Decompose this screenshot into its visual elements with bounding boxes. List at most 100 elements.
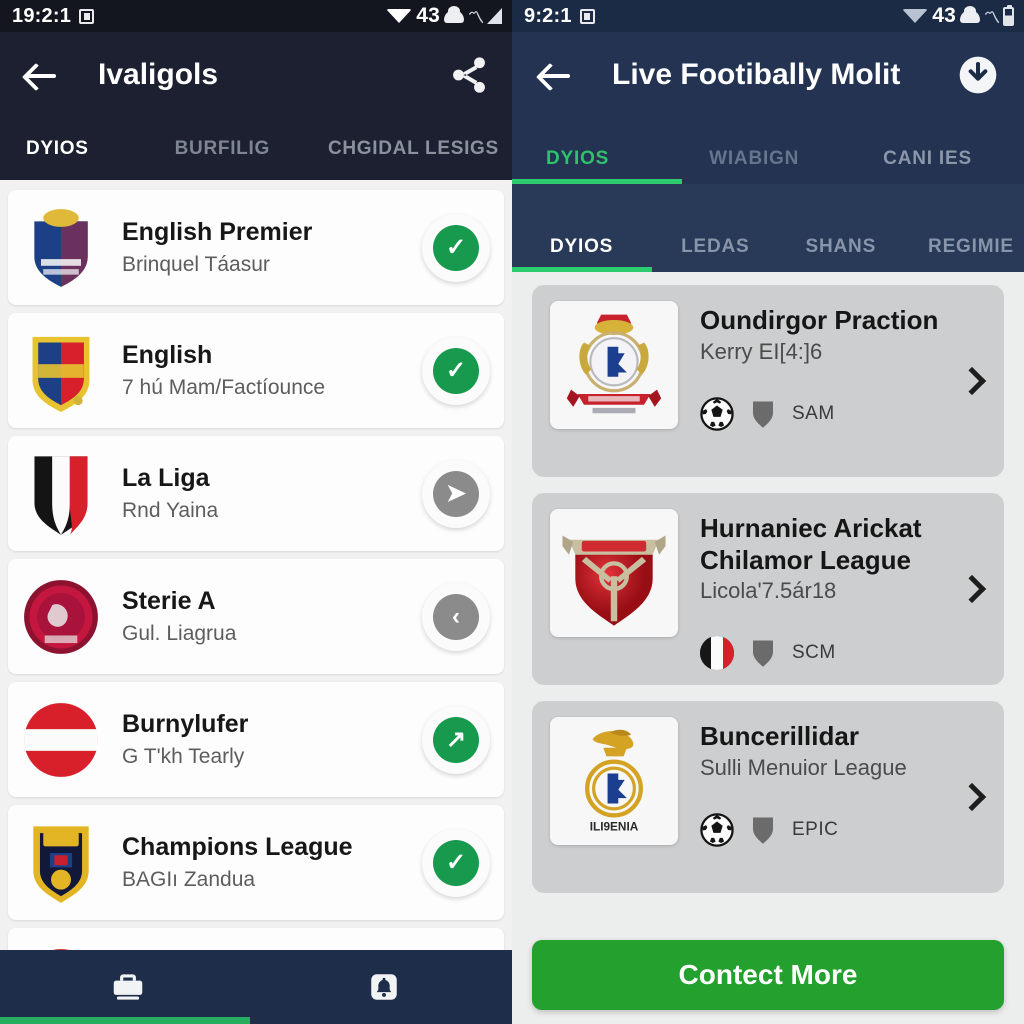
dual-screenshot-container: 19:2:1 43 〽 Ivaligols DYIOS BURFILIG CHG… [0,0,1024,1024]
back-arrow-icon[interactable] [536,55,576,95]
list-item-subtitle: G T'kh Tearly [122,744,245,768]
vibrate-icon: 〽 [467,10,484,27]
list-item-action-button[interactable]: ✓ [422,336,490,405]
list-item[interactable]: Champions League BAGIı Zandua ✓ [8,805,504,920]
check-icon: ✓ [433,347,479,394]
page-title: Live Footibally Molit [612,58,901,91]
list-item[interactable]: English 7 hú Mam/Factíounce ✓ [8,313,504,428]
home-indicator [0,1017,250,1024]
crest-icon [22,204,100,292]
screenshot-icon [79,8,95,24]
match-meta-label: EPIC [792,818,839,840]
shield-icon [753,640,773,668]
notification-bell-icon [371,974,397,1000]
tab-wiabign[interactable]: WIABIGN [709,148,799,184]
left-phone-screen: 19:2:1 43 〽 Ivaligols DYIOS BURFILIG CHG… [0,0,512,1024]
match-subtitle: Licola'7.5ár18 [700,578,837,604]
status-time: 19:2:1 [12,4,72,27]
check-icon: ✓ [433,839,479,886]
active-tab-underline-secondary [512,267,652,272]
share-icon[interactable] [448,54,490,96]
right-phone-screen: 9:2:1 43 〽 Live Footibally Molit DYIOS W… [512,0,1024,1024]
left-tab-bar: DYIOS BURFILIG CHGIDAL LESIGS [0,118,512,180]
list-item-subtitle: Rnd Yaina [122,498,219,522]
tab-ledas[interactable]: LEDAS [681,236,749,272]
club-logo-icon: ILI9ENIA [550,717,678,845]
list-item[interactable]: Burnylufer G T'kh Tearly ↗ [8,682,504,797]
match-meta: EPIC [700,813,986,847]
page-title: Ivaligols [98,58,219,91]
list-item-subtitle: Brinquel Táasur [122,252,270,276]
left-status-bar: 19:2:1 43 〽 [0,0,512,32]
list-item-subtitle: BAGIı Zandua [122,867,256,891]
soccer-ball-icon [700,397,734,431]
list-item-action-button[interactable]: ✓ [422,828,490,897]
tab-chgidal-lesigs[interactable]: CHGIDAL LESIGS [328,138,499,160]
crest-icon [22,696,100,784]
nav-item-notifications[interactable] [256,970,512,1004]
tab-burfilig[interactable]: BURFILIG [175,138,270,160]
list-item-action-button[interactable]: ↗ [422,705,490,774]
back-arrow-icon[interactable] [22,55,62,95]
arrow-right-icon: ➤ [433,470,479,517]
list-item-action-button[interactable]: ‹ [422,582,490,651]
list-item[interactable]: La Liga Rnd Yaina ➤ [8,436,504,551]
wifi-value: 43 [416,4,440,27]
svg-text:ILI9ENIA: ILI9ENIA [590,819,639,833]
tab-regimie[interactable]: REGIMIE [928,236,1014,272]
list-item-title: English [122,341,213,370]
list-item-action-button[interactable]: ➤ [422,459,490,528]
shield-icon [753,817,773,844]
battery-icon [1003,4,1014,26]
cloud-icon [959,5,980,23]
contect-more-button[interactable]: Contect More [532,940,1004,1010]
match-meta: SAM [700,397,986,431]
list-item-action-button[interactable]: ✓ [422,213,490,282]
list-item-title: Burnylufer [122,710,249,739]
cloud-icon [443,5,464,23]
list-item-title: La Liga [122,464,210,493]
tab-shans[interactable]: SHANS [806,236,877,272]
check-icon: ✓ [433,224,479,271]
match-meta-label: SAM [792,402,835,424]
match-meta: SCM [700,636,986,671]
tab-cani-ies[interactable]: CANI IES [883,148,972,184]
match-list[interactable]: Oundirgor Praction Kerry EI[4:]6 SAM Hur… [512,285,1024,928]
list-item[interactable]: English Premier Brinquel Táasur ✓ [8,190,504,305]
match-title: Hurnaniec Arickat Chilamor League [700,513,922,575]
wifi-icon [386,9,413,23]
bottom-navigation-bar [0,950,512,1024]
right-primary-tab-bar: DYIOS WIABIGN CANI IES [512,118,1024,184]
list-item-title: Champions League [122,833,353,862]
right-secondary-tab-bar: DYIOS LEDAS SHANS REGIMIE [512,184,1024,272]
crest-icon [22,327,100,415]
shield-icon [753,401,773,428]
match-subtitle: Sulli Menuior League [700,754,907,780]
crest-icon [22,450,100,538]
crest-icon [22,819,100,907]
match-meta-label: SCM [792,642,836,664]
league-list[interactable]: English Premier Brinquel Táasur ✓ Englis… [0,190,512,1024]
left-app-bar: Ivaligols DYIOS BURFILIG CHGIDAL LESIGS [0,32,512,180]
match-title: Oundirgor Praction [700,305,939,335]
battery-icon [487,8,502,24]
list-item-subtitle: Gul. Liagrua [122,621,237,645]
right-status-bar: 9:2:1 43 〽 [512,0,1024,32]
soccer-ball-icon [700,813,734,847]
screenshot-icon [579,8,595,24]
match-card[interactable]: Hurnaniec Arickat Chilamor League Licola… [532,493,1004,685]
tab-dyios[interactable]: DYIOS [26,138,89,160]
club-logo-icon [550,301,678,429]
wifi-icon [902,9,929,23]
match-card[interactable]: Oundirgor Praction Kerry EI[4:]6 SAM [532,285,1004,477]
right-app-bar: Live Footibally Molit DYIOS WIABIGN CANI… [512,32,1024,184]
match-subtitle: Kerry EI[4:]6 [700,338,823,364]
match-card[interactable]: ILI9ENIA Buncerillidar Sulli Menuior Lea… [532,701,1004,893]
download-icon[interactable] [956,53,1000,97]
list-item[interactable]: Sterie A Gul. Liagrua ‹ [8,559,504,674]
status-time: 9:2:1 [524,4,572,27]
crest-icon [22,573,100,661]
club-logo-icon [550,509,678,637]
list-item-subtitle: 7 hú Mam/Factíounce [122,375,326,399]
nav-item-briefcase[interactable] [0,968,256,1006]
